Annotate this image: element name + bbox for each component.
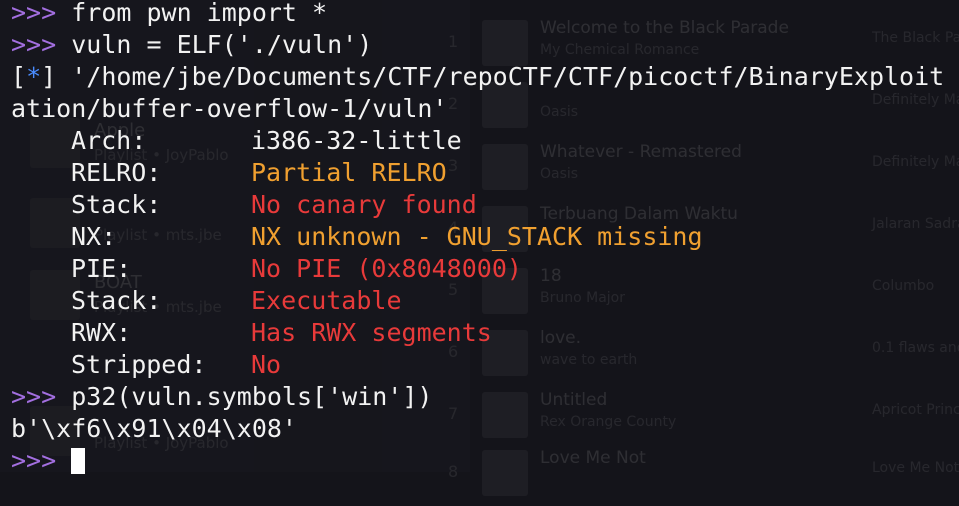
terminal-line: >>> vuln = ELF('./vuln') <box>11 29 372 61</box>
command: p32(vuln.symbols['win']) <box>71 382 433 411</box>
checksec-value: No PIE (0x8048000) <box>251 254 522 283</box>
elf-path: '/home/jbe/Documents/CTF/repoCTF/CTF/pic… <box>56 62 945 91</box>
checksec-row: Stack: No canary found <box>11 189 477 221</box>
elf-path-continued: ation/buffer-overflow-1/vuln' <box>11 94 448 123</box>
checksec-label: Stack: <box>71 286 162 315</box>
checksec-label: Stack: <box>71 190 162 219</box>
prompt: >>> <box>11 446 57 475</box>
checksec-row: Arch: i386-32-little <box>11 125 462 157</box>
checksec-label: NX: <box>71 222 117 251</box>
checksec-label: Stripped: <box>71 350 207 379</box>
terminal-line: [*] '/home/jbe/Documents/CTF/repoCTF/CTF… <box>11 61 944 93</box>
terminal-line: ation/buffer-overflow-1/vuln' <box>11 93 448 125</box>
info-bracket: [ <box>11 62 27 91</box>
checksec-value: No canary found <box>251 190 477 219</box>
checksec-value: Has RWX segments <box>251 318 492 347</box>
prompt: >>> <box>11 0 57 27</box>
terminal-line: >>> from pwn import * <box>11 0 327 29</box>
command: from pwn import * <box>71 0 328 27</box>
checksec-row: NX: NX unknown - GNU_STACK missing <box>11 221 703 253</box>
checksec-row: Stack: Executable <box>11 285 402 317</box>
checksec-label: PIE: <box>71 254 132 283</box>
checksec-row: PIE: No PIE (0x8048000) <box>11 253 522 285</box>
info-bracket: ] <box>41 62 57 91</box>
text-cursor[interactable] <box>71 448 86 474</box>
checksec-row: Stripped: No <box>11 349 281 381</box>
checksec-label: RWX: <box>71 318 132 347</box>
checksec-value: Executable <box>251 286 402 315</box>
command-output: b'\xf6\x91\x04\x08' <box>11 414 297 443</box>
terminal-input-line[interactable]: >>> <box>11 445 86 477</box>
command: vuln = ELF('./vuln') <box>71 30 373 59</box>
terminal-line: >>> p32(vuln.symbols['win']) <box>11 381 432 413</box>
checksec-label: Arch: <box>71 126 147 155</box>
terminal-window[interactable]: >>> from pwn import * >>> vuln = ELF('./… <box>0 0 959 475</box>
checksec-row: RWX: Has RWX segments <box>11 317 492 349</box>
checksec-value: Partial RELRO <box>251 158 447 187</box>
prompt: >>> <box>11 30 57 59</box>
checksec-label: RELRO: <box>71 158 162 187</box>
prompt: >>> <box>11 382 57 411</box>
checksec-value: i386-32-little <box>251 126 462 155</box>
checksec-value: No <box>251 350 282 379</box>
checksec-row: RELRO: Partial RELRO <box>11 157 447 189</box>
terminal-line: b'\xf6\x91\x04\x08' <box>11 413 297 445</box>
checksec-value: NX unknown - GNU_STACK missing <box>251 222 703 251</box>
info-star-icon: * <box>26 62 42 91</box>
